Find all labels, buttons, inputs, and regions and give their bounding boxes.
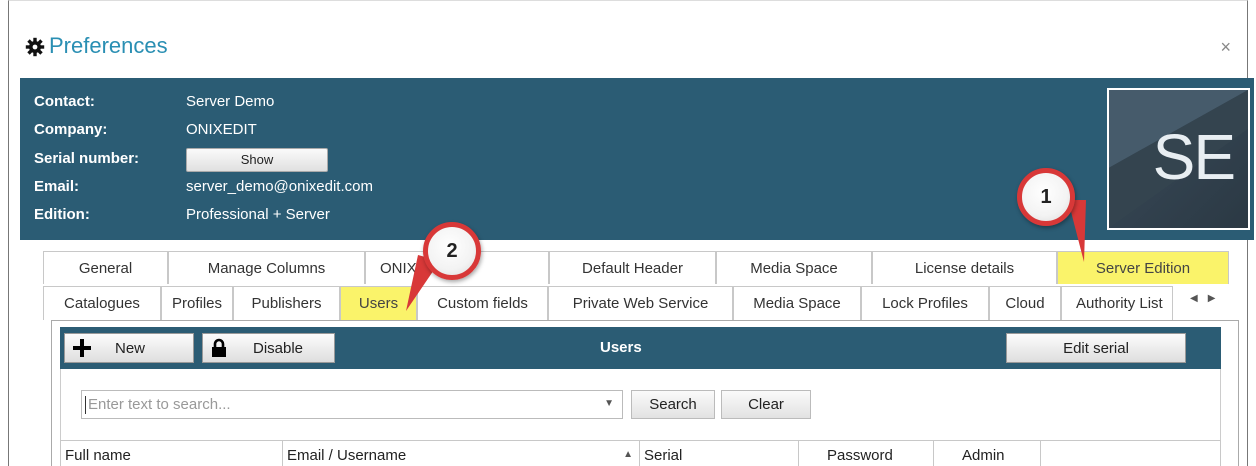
gear-icon — [25, 37, 45, 57]
dialog-title: Preferences — [49, 33, 168, 58]
tab-private-web-service[interactable]: Private Web Service — [548, 286, 733, 320]
company-value: ONIXEDIT — [186, 121, 257, 138]
users-toolbar: New Disable Users Edit serial — [60, 327, 1221, 369]
tab-row-secondary: Catalogues Profiles Publishers Users Cus… — [43, 286, 1173, 320]
disable-button-label: Disable — [253, 340, 304, 357]
tab-label: Media Space — [750, 259, 838, 277]
tab-lock-profiles[interactable]: Lock Profiles — [861, 286, 989, 320]
tab-manage-columns[interactable]: Manage Columns — [168, 251, 365, 284]
edit-serial-button[interactable]: Edit serial — [1006, 333, 1186, 363]
tab-label: Server Edition — [1095, 259, 1191, 277]
tab-media-space-2[interactable]: Media Space — [733, 286, 861, 320]
edition-value: Professional + Server — [186, 206, 330, 223]
column-email[interactable]: Email / Username ▲ — [283, 441, 640, 466]
tab-label: Profiles — [171, 295, 223, 312]
column-email-label: Email / Username — [287, 447, 407, 464]
new-button-label: New — [115, 340, 146, 357]
column-password[interactable]: Password — [799, 441, 934, 466]
new-user-button[interactable]: New — [64, 333, 194, 363]
tab-label: Manage Columns — [207, 259, 326, 277]
tab-label: License details — [914, 259, 1015, 277]
contact-value: Server Demo — [186, 93, 275, 110]
tab-label: Media Space — [753, 295, 841, 312]
tab-label: Publishers — [251, 295, 322, 312]
lock-icon — [212, 338, 226, 357]
column-full-name[interactable]: Full name — [61, 441, 283, 466]
tab-scroll-arrows[interactable]: ◀▶ — [1190, 293, 1225, 304]
tab-label: Default Header — [582, 259, 683, 277]
show-serial-button[interactable]: Show — [186, 148, 328, 172]
users-grid-header: Full name Email / Username ▲ Serial Pass… — [60, 440, 1221, 466]
tab-label: Cloud — [1005, 295, 1045, 312]
search-area: Enter text to search... ▼ Search Clear — [60, 369, 1221, 440]
tab-cloud[interactable]: Cloud — [989, 286, 1061, 320]
tab-label: Lock Profiles — [882, 295, 968, 312]
tab-label: Users — [358, 295, 399, 312]
server-edition-logo: SE — [1107, 88, 1250, 230]
column-filler — [1041, 441, 1220, 466]
tab-license-details[interactable]: License details — [872, 251, 1057, 284]
clear-button[interactable]: Clear — [721, 390, 811, 419]
tab-label: Private Web Service — [572, 295, 709, 312]
edit-serial-label: Edit serial — [1063, 340, 1129, 357]
tab-publishers[interactable]: Publishers — [233, 286, 340, 320]
callout-2-badge: 2 — [423, 222, 481, 280]
email-label: Email: — [34, 178, 80, 195]
logo-text: SE — [1152, 121, 1236, 193]
users-panel: New Disable Users Edit serial Enter text… — [51, 320, 1239, 466]
tab-media-space[interactable]: Media Space — [716, 251, 872, 284]
search-button[interactable]: Search — [631, 390, 715, 419]
disable-user-button[interactable]: Disable — [202, 333, 335, 363]
edition-label: Edition: — [34, 206, 90, 223]
text-caret — [85, 396, 86, 414]
tab-profiles[interactable]: Profiles — [161, 286, 233, 320]
sort-asc-icon: ▲ — [623, 449, 633, 460]
column-serial[interactable]: Serial — [640, 441, 799, 466]
chevron-down-icon[interactable]: ▼ — [604, 398, 614, 409]
title-bar: Preferences × — [9, 23, 1247, 71]
search-input[interactable]: Enter text to search... ▼ — [81, 390, 623, 419]
tab-default-header[interactable]: Default Header — [549, 251, 716, 284]
close-icon[interactable]: × — [1220, 37, 1231, 58]
tab-catalogues[interactable]: Catalogues — [43, 286, 161, 320]
tab-authority-list[interactable]: Authority List — [1061, 286, 1173, 320]
tab-label: General — [78, 259, 133, 277]
tab-label: Custom fields — [437, 295, 528, 312]
tab-label: Catalogues — [64, 295, 140, 312]
tab-label: Authority List — [1076, 295, 1163, 312]
serial-label: Serial number: — [34, 150, 140, 167]
contact-label: Contact: — [34, 93, 95, 110]
plus-icon — [73, 339, 91, 357]
users-section-title: Users — [600, 339, 642, 356]
email-value: server_demo@onixedit.com — [186, 178, 373, 195]
column-admin[interactable]: Admin — [934, 441, 1041, 466]
company-label: Company: — [34, 121, 108, 138]
callout-1-badge: 1 — [1017, 168, 1075, 226]
search-placeholder: Enter text to search... — [88, 396, 231, 413]
tab-general[interactable]: General — [43, 251, 168, 284]
